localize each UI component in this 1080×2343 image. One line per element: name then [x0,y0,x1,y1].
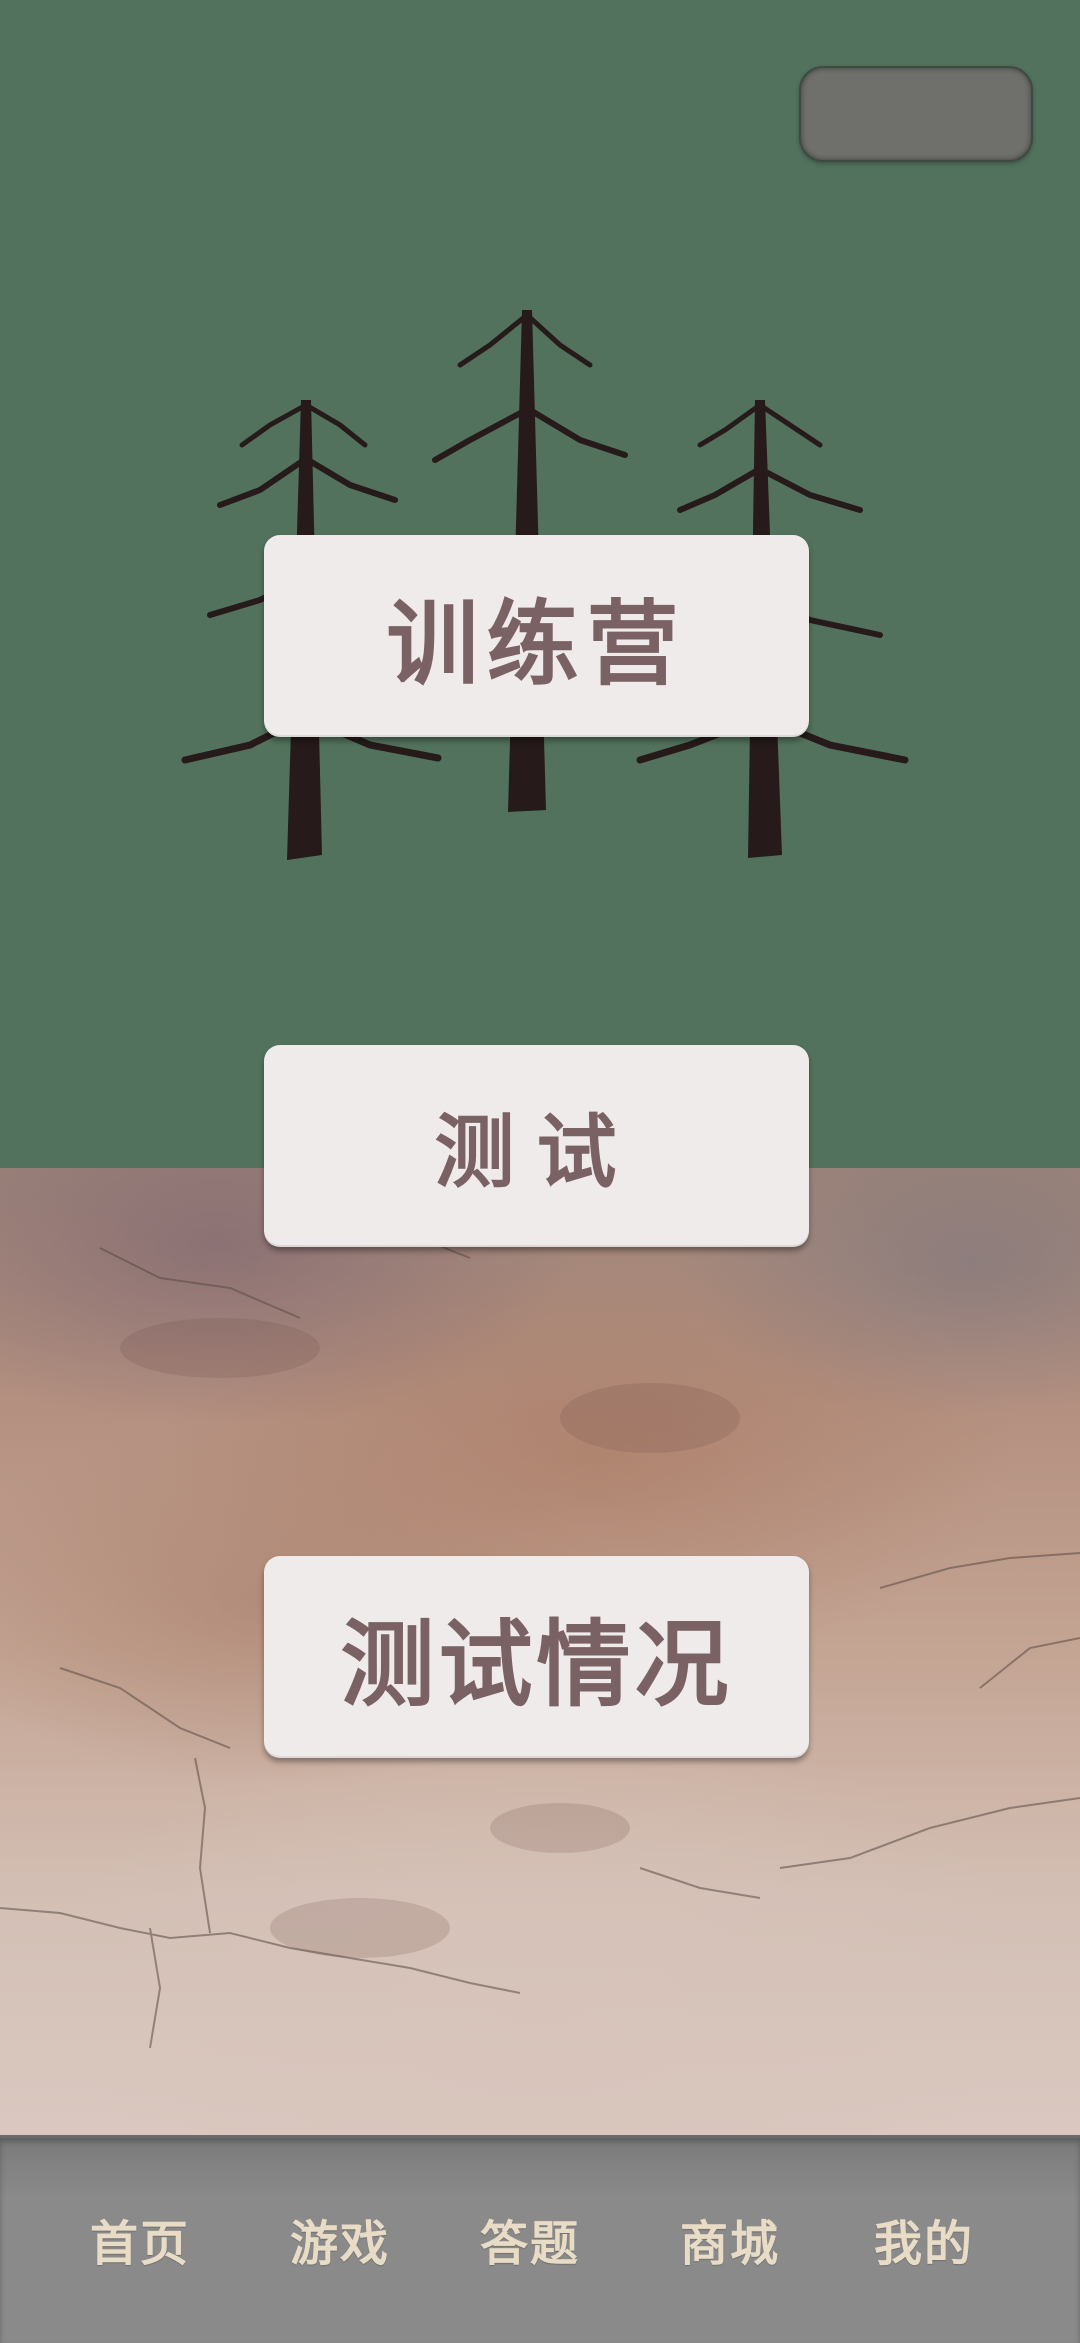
bottom-navigation-bar: 首页 游戏 答题 商城 我的 [0,2135,1080,2343]
nav-item-home[interactable]: 首页 [78,2204,202,2274]
test-report-button[interactable]: 测试情况 [264,1556,809,1758]
nav-item-quiz[interactable]: 答题 [468,2204,592,2274]
test-button[interactable]: 测试 [264,1045,809,1247]
test-label: 测试 [434,1106,639,1199]
settings-pill-button[interactable] [799,66,1033,162]
training-camp-label: 训练营 [386,590,687,698]
nav-item-shop[interactable]: 商城 [668,2204,792,2274]
training-camp-button[interactable]: 训练营 [264,535,809,737]
test-report-label: 测试情况 [340,1611,733,1720]
nav-item-profile[interactable]: 我的 [862,2204,986,2274]
nav-item-games[interactable]: 游戏 [278,2204,402,2274]
